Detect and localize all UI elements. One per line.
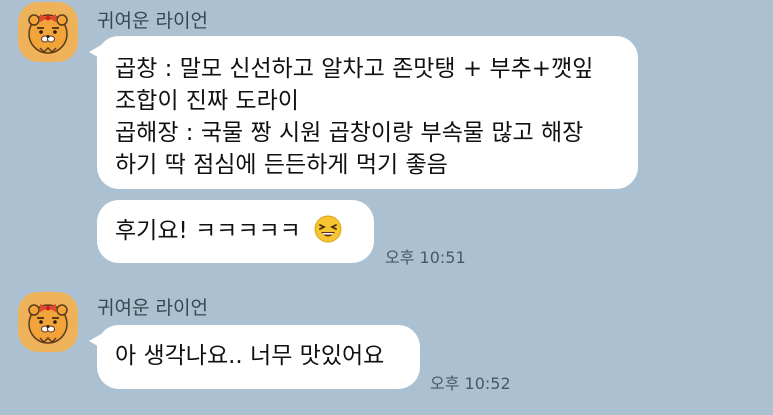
message-bubble[interactable]: 후기요! ㅋㅋㅋㅋㅋ	[97, 200, 374, 263]
message-bubble[interactable]: 아 생각나요.. 너무 맛있어요	[89, 325, 420, 389]
message-text: 후기요! ㅋㅋㅋㅋㅋ	[115, 218, 301, 244]
message-line: 곱창 : 말모 신선하고 알차고 존맛탱 + 부추+깻잎	[115, 56, 594, 82]
sender-avatar[interactable]	[18, 292, 78, 352]
ryan-avatar-icon	[28, 14, 68, 54]
ryan-avatar-icon	[28, 304, 68, 344]
message-bubble[interactable]: 곱창 : 말모 신선하고 알차고 존맛탱 + 부추+깻잎 조합이 진짜 도라이 …	[89, 36, 638, 189]
message-timestamp: 오후 10:51	[385, 248, 466, 267]
sender-name: 귀여운 라이언	[97, 297, 208, 319]
message-line: 조합이 진짜 도라이	[115, 88, 299, 114]
grinning-squint-emoji-icon	[314, 215, 342, 243]
sender-name: 귀여운 라이언	[97, 10, 208, 32]
message-text: 아 생각나요.. 너무 맛있어요	[115, 343, 385, 369]
message-timestamp: 오후 10:52	[430, 374, 511, 393]
message-line: 하기 딱 점심에 든든하게 먹기 좋음	[115, 152, 448, 178]
sender-avatar[interactable]	[18, 2, 78, 62]
message-line: 곱해장 : 국물 짱 시원 곱창이랑 부속물 많고 해장	[115, 120, 584, 146]
